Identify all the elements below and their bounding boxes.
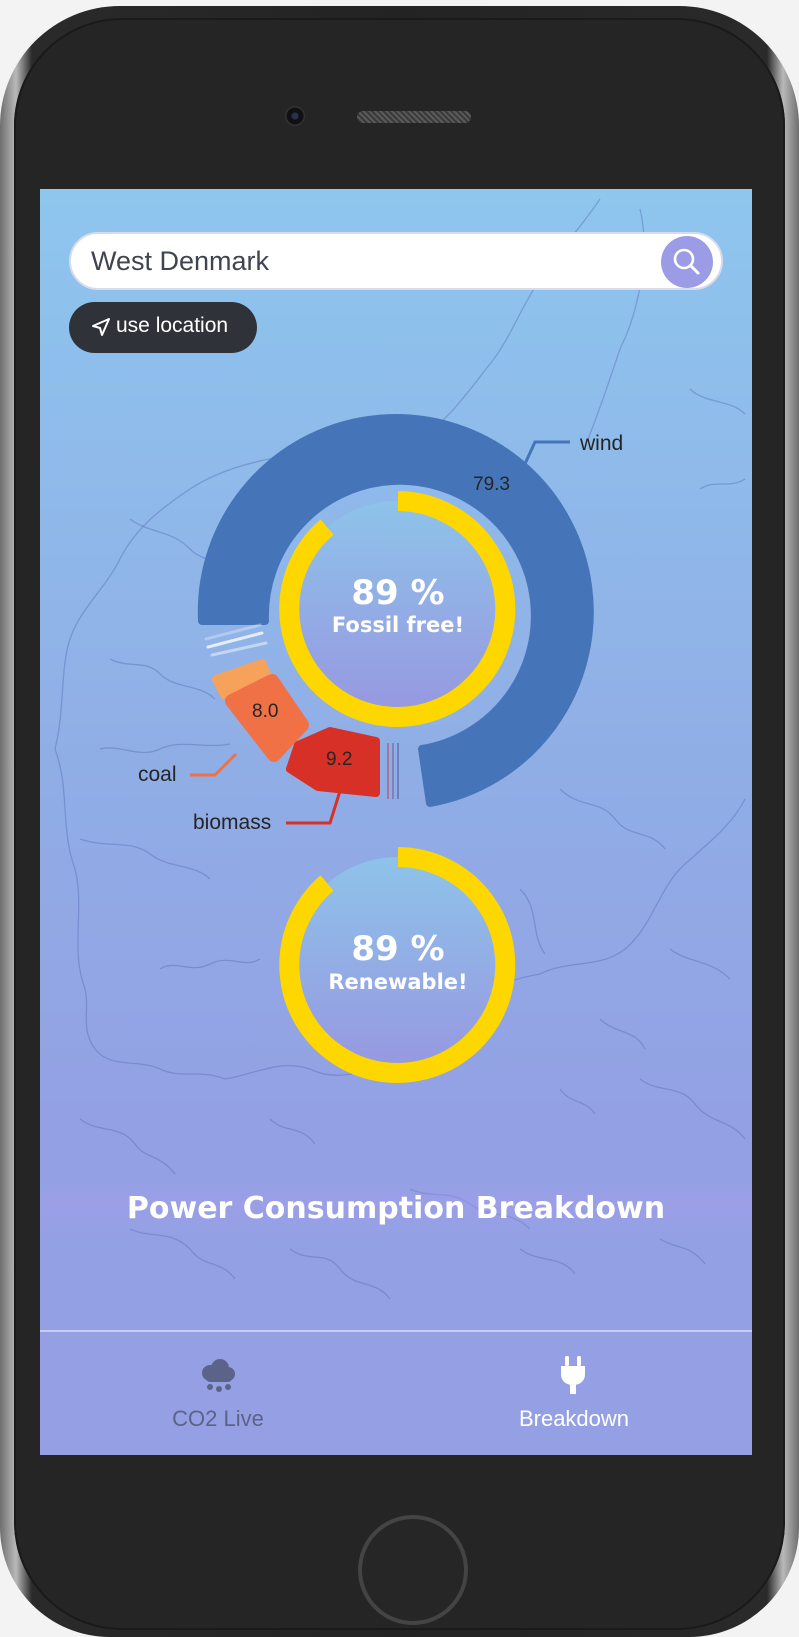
tab-co2-live-label: CO2 Live	[172, 1406, 264, 1431]
wind-name-label: wind	[580, 432, 624, 455]
coal-value-label: 8.0	[252, 701, 279, 722]
biomass-value-label: 9.2	[326, 749, 353, 770]
fossil-free-percent: 89 %	[351, 573, 445, 613]
plug-icon	[561, 1356, 585, 1394]
power-breakdown-chart	[190, 414, 594, 1083]
coal-leader-line	[190, 752, 238, 777]
tab-co2-live[interactable]: CO2 Live	[40, 1332, 396, 1455]
front-camera	[285, 106, 305, 126]
biomass-leader-line	[286, 790, 342, 825]
tab-breakdown-label: Breakdown	[518, 1406, 630, 1431]
renewable-caption: Renewable!	[328, 970, 468, 994]
fossil-free-caption: Fossil free!	[331, 613, 465, 637]
biomass-name-label: biomass	[193, 811, 272, 834]
bottom-tab-bar: CO2 Live Breakdown	[40, 1330, 752, 1455]
tab-breakdown[interactable]: Breakdown	[396, 1332, 752, 1455]
app-screen: West Denmark use location 79.3 wind 8.0 …	[40, 189, 752, 1455]
coal-name-label: coal	[138, 763, 177, 786]
minor-sources-slivers-bottom	[387, 743, 399, 799]
earpiece-speaker	[357, 111, 471, 123]
home-button[interactable]	[358, 1515, 468, 1625]
section-title: Power Consumption Breakdown	[40, 1177, 752, 1241]
renewable-percent: 89 %	[351, 929, 445, 969]
wind-value-label: 79.3	[473, 474, 510, 495]
minor-sources-slivers	[204, 623, 268, 657]
cloud-icon	[202, 1359, 235, 1392]
